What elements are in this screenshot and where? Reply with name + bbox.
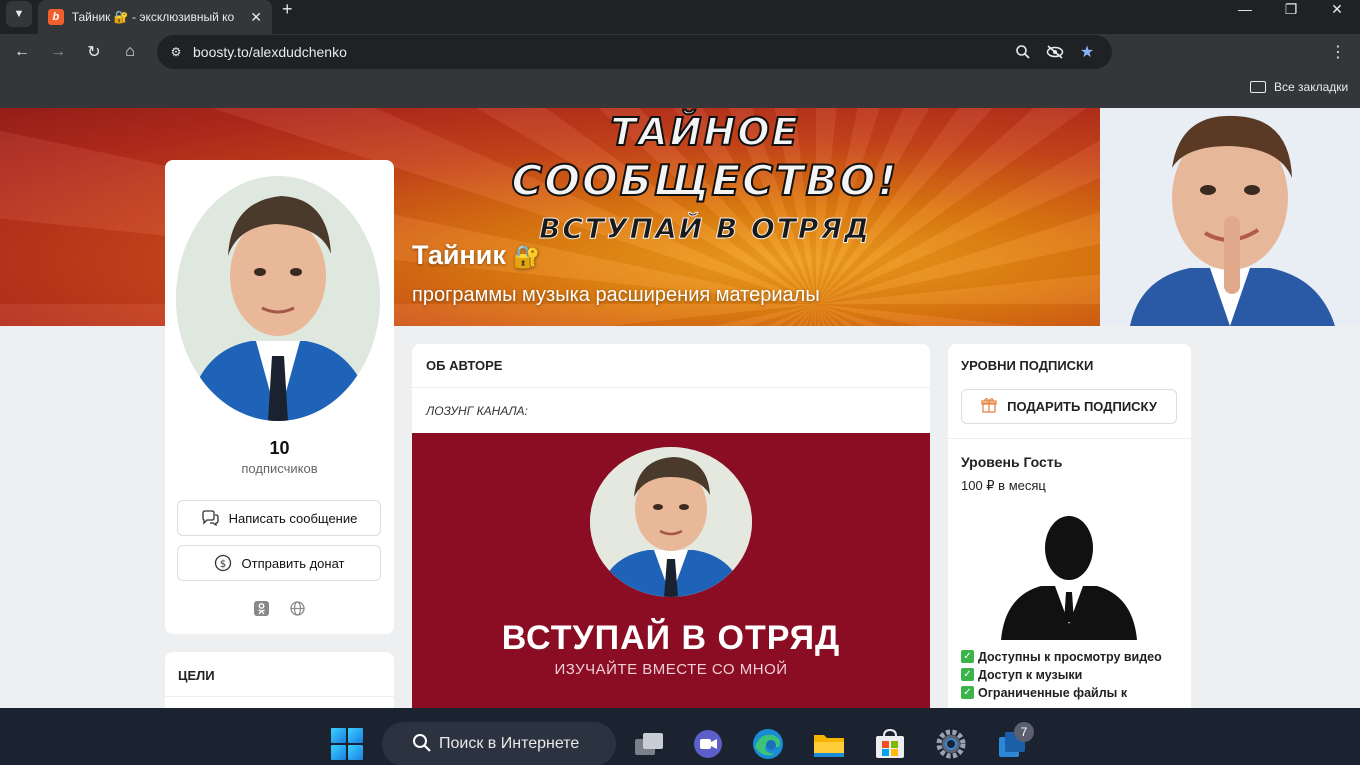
send-donate-label: Отправить донат [241,555,345,571]
back-arrow-icon[interactable]: ← [10,40,34,64]
tiers-header: УРОВНИ ПОДПИСКИ [961,358,1094,373]
svg-text:$: $ [219,559,225,570]
folder-icon [1250,81,1266,93]
new-tab-button[interactable]: + [282,0,293,18]
minimize-button[interactable]: — [1222,0,1268,18]
tier-perks-list: ✓ Доступны к просмотру видео ✓ Доступ к му… [961,648,1186,708]
about-card: ОБ АВТОРЕ ЛОЗУНГ КАНАЛА: ВСТУПАЙ В ОТРЯД… [412,344,930,708]
send-donate-button[interactable]: $ Отправить донат [177,545,381,581]
all-bookmarks-button[interactable]: Все закладки [1250,80,1348,94]
page-subtitle: программы музыка расширения материалы [412,284,820,306]
odnoklassniki-icon[interactable] [253,600,269,616]
gift-icon [981,397,997,417]
boosty-icon: b [48,9,64,25]
microsoft-store-icon[interactable] [872,726,908,762]
page-viewport: ТАЙНОЕ СООБЩЕСТВО! ВСТУПАЙ В ОТРЯД Тайни… [0,108,1360,708]
check-icon: ✓ [961,686,974,699]
zoom-icon[interactable] [1014,43,1032,61]
about-header: ОБ АВТОРЕ [426,358,503,373]
bookmark-star-icon[interactable]: ★ [1078,43,1096,61]
maximize-button[interactable]: ❐ [1268,0,1314,18]
taskbar-search[interactable]: Поиск в Интернете [382,722,616,765]
page-title: Тайник 🔐 [412,240,541,271]
cover-headline-1: ТАЙНОЕ [609,109,800,155]
window-close-button[interactable]: ✕ [1314,0,1360,18]
address-bar[interactable]: ⚙ boosty.to/alexdudchenko ★ [157,35,1112,69]
perk-item: ✓ Доступны к просмотру видео [961,648,1186,666]
subscription-tiers-card: УРОВНИ ПОДПИСКИ ПОДАРИТЬ ПОДПИСКУ Уровен… [948,344,1191,708]
promo-avatar [590,447,752,597]
all-bookmarks-label: Все закладки [1274,80,1349,94]
send-message-label: Написать сообщение [228,510,358,526]
promo-title: ВСТУПАЙ В ОТРЯД [501,619,841,657]
browser-tabbar: ▼ b Тайник 🔐 - эксклюзивный ко ✕ + — ❐ ✕ [0,0,1360,34]
promo-image: ВСТУПАЙ В ОТРЯД ИЗУЧАЙТЕ ВМЕСТЕ СО МНОЙ [412,433,930,708]
windows-taskbar: Поиск в Интернете 7 [0,708,1360,765]
url-text[interactable]: boosty.to/alexdudchenko [193,44,347,60]
perk-item: ✓ Доступ к музыки [961,666,1186,684]
browser-tab-active[interactable]: b Тайник 🔐 - эксклюзивный ко ✕ [38,0,272,34]
cover-headline-2: СООБЩЕСТВО! [511,155,899,206]
check-icon: ✓ [961,668,974,681]
subscribers-label: подписчиков [241,461,318,476]
tab-title: Тайник 🔐 - эксклюзивный ко [71,10,235,24]
tier-name: Уровень Гость [961,454,1063,470]
file-explorer-icon[interactable] [811,726,847,762]
globe-icon[interactable] [289,600,305,616]
goals-card: ЦЕЛИ [165,652,394,708]
subscribers-count: 10 [269,438,290,458]
edge-browser-icon[interactable] [750,726,786,762]
reload-icon[interactable]: ↻ [82,40,106,64]
perk-item: ✓Ограниченные файлы к скачиванию [961,684,1186,708]
promo-subtitle: ИЗУЧАЙТЕ ВМЕСТЕ СО МНОЙ [554,661,788,678]
goals-title: ЦЕЛИ [178,668,215,683]
cover-person-image [1100,108,1360,326]
settings-gear-icon[interactable] [933,726,969,762]
close-tab-icon[interactable]: ✕ [250,9,262,26]
gift-subscription-button[interactable]: ПОДАРИТЬ ПОДПИСКУ [961,389,1177,424]
lock-icon: 🔐 [513,244,541,269]
eye-off-icon[interactable] [1046,43,1064,61]
guest-silhouette-image [1001,506,1137,640]
send-message-button[interactable]: Написать сообщение [177,500,381,536]
coin-icon: $ [214,554,232,572]
chat-icon [201,509,219,527]
forward-arrow-icon[interactable]: → [46,40,70,64]
search-icon [412,733,432,753]
gift-subscription-label: ПОДАРИТЬ ПОДПИСКУ [1007,399,1157,414]
channel-slogan: ЛОЗУНГ КАНАЛА: [426,404,528,418]
browser-menu-icon[interactable]: ⋮ [1330,40,1346,64]
tier-price: 100 ₽ в месяц [961,478,1046,493]
tab-search-button[interactable]: ▼ [6,1,32,27]
task-view-icon[interactable] [631,726,667,762]
browser-toolbar: ← → ↻ ⌂ ⚙ boosty.to/alexdudchenko ★ ⋮ [0,34,1360,70]
avatar [176,176,380,421]
home-icon[interactable]: ⌂ [118,40,142,64]
bookmarks-bar: Все закладки [0,70,1360,108]
profile-card: 10 подписчиков Написать сообщение $ Отпр… [165,160,394,634]
site-info-icon[interactable]: ⚙ [167,43,185,61]
page-title-text: Тайник [412,240,506,270]
windows-start-icon[interactable] [331,728,363,760]
notification-badge: 7 [1014,722,1034,742]
taskbar-search-label: Поиск в Интернете [439,735,580,752]
teams-chat-icon[interactable] [690,726,726,762]
check-icon: ✓ [961,650,974,663]
